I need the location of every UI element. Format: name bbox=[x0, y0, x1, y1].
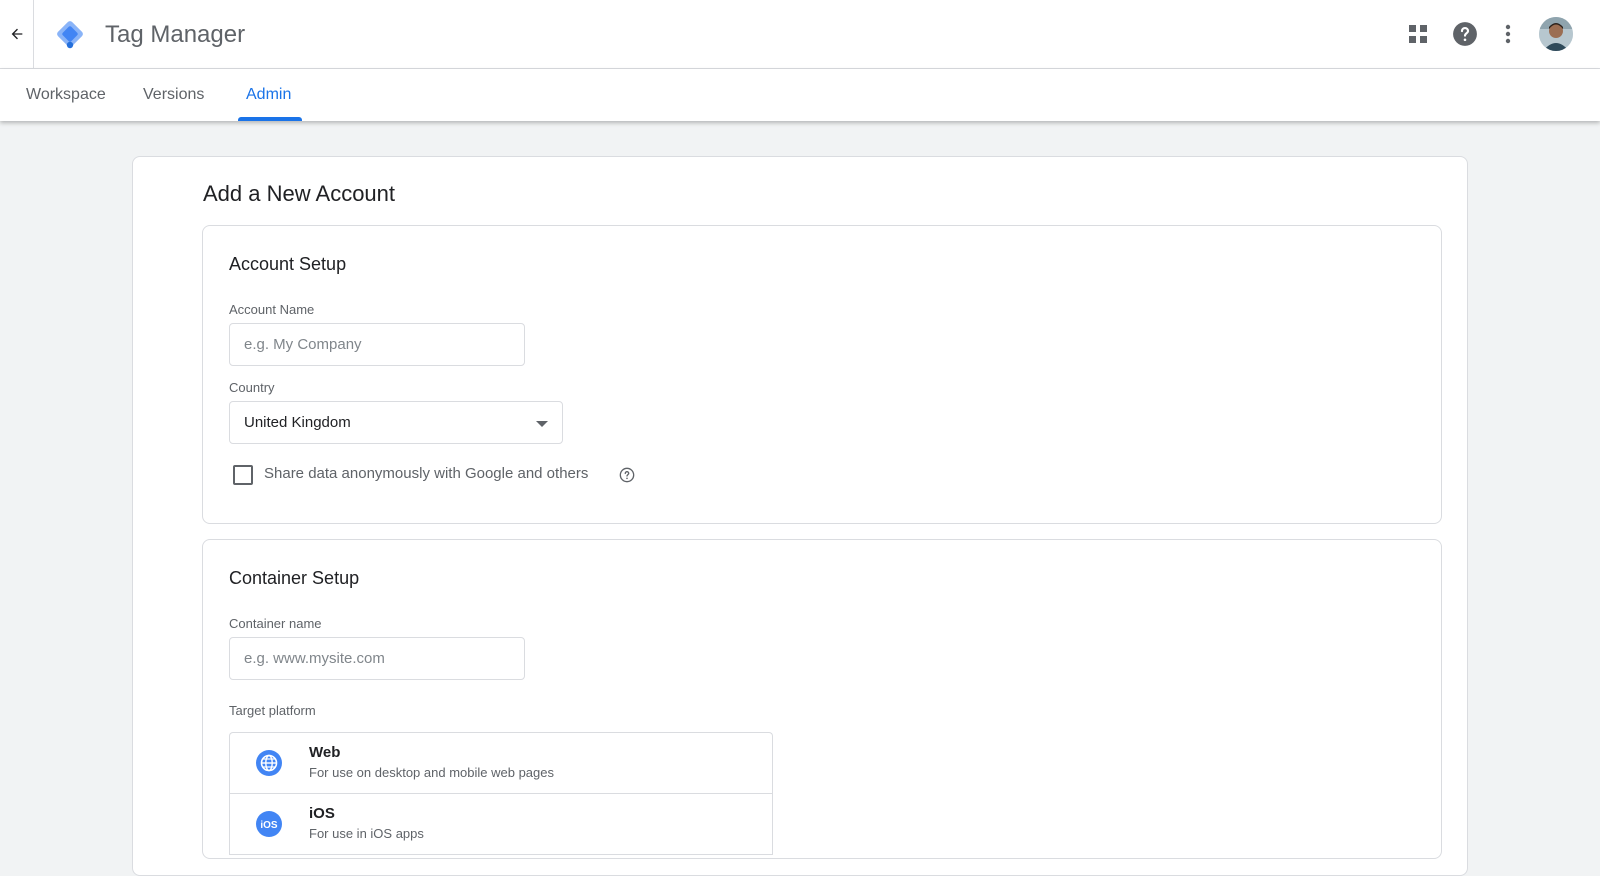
active-tab-indicator bbox=[238, 117, 302, 121]
avatar-image bbox=[1539, 17, 1573, 51]
more-options-button[interactable] bbox=[1494, 20, 1522, 48]
ios-icon: iOS bbox=[256, 811, 282, 837]
share-data-checkbox[interactable] bbox=[233, 465, 253, 485]
tag-manager-logo bbox=[57, 21, 83, 49]
page-title: Add a New Account bbox=[203, 181, 396, 206]
account-setup-title: Account Setup bbox=[229, 254, 347, 274]
back-button[interactable] bbox=[0, 0, 34, 68]
help-button[interactable] bbox=[1451, 20, 1479, 48]
platform-option-web[interactable]: Web For use on desktop and mobile web pa… bbox=[230, 733, 772, 794]
share-data-label[interactable]: Share data anonymously with Google and o… bbox=[264, 465, 588, 482]
svg-text:iOS: iOS bbox=[260, 820, 278, 830]
account-name-input[interactable] bbox=[229, 323, 525, 366]
target-platform-label: Target platform bbox=[229, 703, 316, 718]
dropdown-arrow-icon bbox=[536, 421, 548, 427]
apps-button[interactable] bbox=[1404, 20, 1432, 48]
account-setup-section: Account Setup Account Name Country Unite… bbox=[202, 225, 1442, 524]
tab-workspace[interactable]: Workspace bbox=[26, 69, 106, 121]
container-setup-section: Container Setup Container name Target pl… bbox=[202, 539, 1442, 859]
country-select[interactable]: United Kingdom bbox=[229, 401, 563, 444]
country-selected-value: United Kingdom bbox=[244, 414, 351, 431]
apps-grid-icon bbox=[1409, 25, 1427, 43]
platform-description: For use in iOS apps bbox=[309, 826, 424, 841]
country-label: Country bbox=[229, 380, 275, 395]
app-title: Tag Manager bbox=[105, 21, 246, 48]
account-name-label: Account Name bbox=[229, 302, 315, 317]
account-avatar[interactable] bbox=[1539, 17, 1573, 51]
help-circle-icon bbox=[1453, 22, 1477, 46]
platform-name: Web bbox=[309, 744, 341, 761]
container-name-input[interactable] bbox=[229, 637, 525, 680]
container-name-label: Container name bbox=[229, 616, 322, 631]
globe-icon bbox=[256, 750, 282, 776]
tab-versions[interactable]: Versions bbox=[143, 69, 204, 121]
arrow-left-icon bbox=[11, 28, 22, 40]
platform-name: iOS bbox=[309, 805, 335, 822]
container-setup-title: Container Setup bbox=[229, 568, 360, 588]
platform-option-ios[interactable]: iOS iOS For use in iOS apps bbox=[230, 794, 772, 855]
app-bar: Tag Manager bbox=[0, 0, 1600, 69]
more-vert-icon bbox=[1505, 24, 1511, 44]
platform-description: For use on desktop and mobile web pages bbox=[309, 765, 554, 780]
help-outline-icon[interactable] bbox=[619, 467, 635, 483]
tab-admin[interactable]: Admin bbox=[246, 69, 291, 121]
tab-bar: Workspace Versions Admin bbox=[0, 69, 1600, 121]
